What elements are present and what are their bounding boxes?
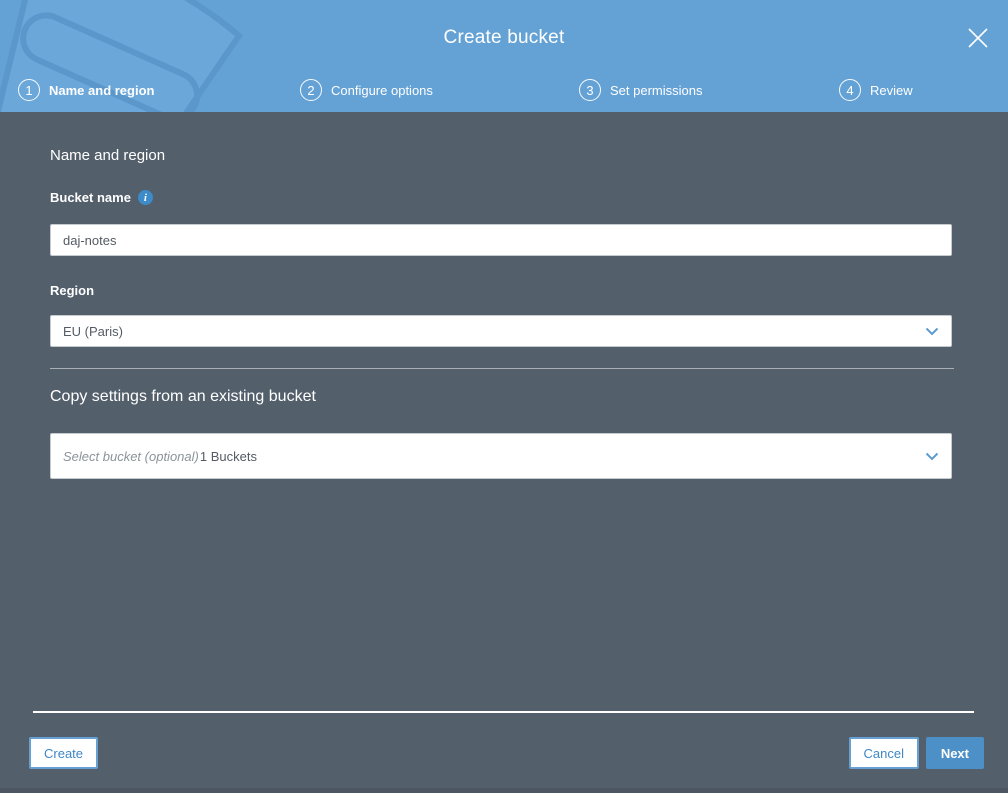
- step-2-circle: 2: [300, 79, 322, 101]
- region-select-value: EU (Paris): [63, 323, 123, 339]
- step-2-label: Configure options: [331, 82, 433, 98]
- bucket-name-label: Bucket name i: [50, 190, 153, 205]
- step-1-circle: 1: [18, 79, 40, 101]
- step-1-label: Name and region: [49, 82, 155, 98]
- step-4-circle: 4: [839, 79, 861, 101]
- bucket-name-input[interactable]: [50, 224, 952, 256]
- cancel-button[interactable]: Cancel: [848, 737, 919, 769]
- create-button[interactable]: Create: [29, 737, 99, 769]
- step-set-permissions[interactable]: 3 Set permissions: [579, 79, 702, 101]
- copy-bucket-select[interactable]: Select bucket (optional) 1 Buckets: [50, 433, 952, 479]
- region-label: Region: [50, 283, 94, 298]
- step-name-and-region[interactable]: 1 Name and region: [18, 79, 154, 101]
- step-3-circle: 3: [579, 79, 601, 101]
- section-title-copy-settings: Copy settings from an existing bucket: [50, 388, 316, 405]
- copy-bucket-select-placeholder: Select bucket (optional): [63, 448, 199, 464]
- chevron-down-icon: [925, 327, 939, 336]
- info-icon[interactable]: i: [137, 190, 153, 205]
- modal-header: Create bucket 1 Name and region 2 Config…: [0, 0, 1008, 112]
- bucket-name-label-text: Bucket name: [50, 190, 131, 205]
- bottom-edge: [0, 788, 1008, 793]
- create-bucket-modal: Create bucket 1 Name and region 2 Config…: [0, 0, 1008, 793]
- step-configure-options[interactable]: 2 Configure options: [300, 79, 433, 101]
- step-4-label: Review: [870, 82, 913, 98]
- step-review[interactable]: 4 Review: [839, 79, 913, 101]
- section-divider: [50, 368, 954, 369]
- next-button[interactable]: Next: [925, 737, 984, 769]
- region-label-text: Region: [50, 283, 95, 298]
- footer-divider: [33, 711, 974, 713]
- step-indicator: 1 Name and region 2 Configure options 3 …: [0, 0, 1008, 112]
- chevron-down-icon: [925, 452, 939, 461]
- copy-bucket-select-count: 1 Buckets: [199, 448, 257, 464]
- region-select[interactable]: EU (Paris): [50, 315, 952, 347]
- section-title-name-and-region: Name and region: [50, 147, 166, 164]
- step-3-label: Set permissions: [610, 82, 703, 98]
